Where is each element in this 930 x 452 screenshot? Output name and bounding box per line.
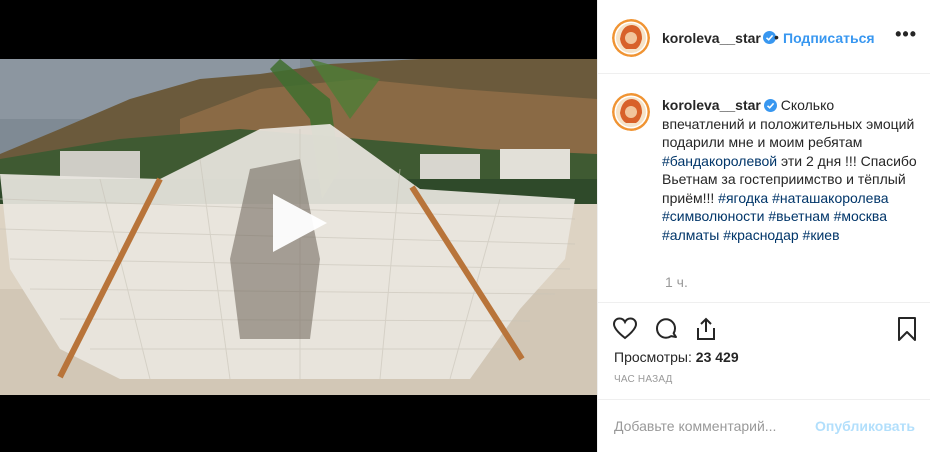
caption-username[interactable]: koroleva__star bbox=[662, 97, 761, 113]
post-header: koroleva__star • Подписаться ••• bbox=[598, 0, 930, 74]
publish-button[interactable]: Опубликовать bbox=[815, 418, 915, 434]
post-actions: Просмотры: 23 429 ЧАС НАЗАД bbox=[598, 302, 930, 414]
avatar[interactable] bbox=[612, 19, 650, 57]
comment-form: Добавьте комментарий... Опубликовать bbox=[598, 399, 930, 452]
share-icon[interactable] bbox=[693, 316, 719, 342]
hashtag-link[interactable]: #ягодка bbox=[718, 190, 768, 206]
comment-input[interactable]: Добавьте комментарий... bbox=[614, 418, 776, 434]
hashtag-link[interactable]: #вьетнам bbox=[768, 208, 829, 224]
play-icon[interactable] bbox=[265, 190, 331, 256]
bookmark-icon[interactable] bbox=[894, 316, 920, 342]
separator-dot: • bbox=[774, 29, 779, 45]
hashtag-link[interactable]: #краснодар bbox=[723, 227, 798, 243]
heart-icon[interactable] bbox=[612, 316, 638, 342]
verified-badge-icon bbox=[763, 98, 777, 112]
more-icon[interactable]: ••• bbox=[895, 24, 917, 45]
caption-timestamp[interactable]: 1 ч. bbox=[665, 274, 688, 290]
hashtag-link[interactable]: #наташакоролева bbox=[772, 190, 888, 206]
hashtag-link[interactable]: #бандакоролевой bbox=[662, 153, 777, 169]
post-side-panel: koroleva__star • Подписаться ••• korolev… bbox=[597, 0, 930, 452]
hashtag-link[interactable]: #киев bbox=[803, 227, 840, 243]
post-time[interactable]: ЧАС НАЗАД bbox=[614, 374, 673, 385]
video-player[interactable] bbox=[0, 0, 597, 452]
comment-icon[interactable] bbox=[653, 316, 679, 342]
avatar[interactable] bbox=[612, 93, 650, 131]
hashtag-link[interactable]: #москва bbox=[834, 208, 887, 224]
views-count: 23 429 bbox=[695, 349, 739, 365]
username[interactable]: koroleva__star bbox=[662, 30, 761, 46]
post-caption: koroleva__star Сколько впечатлений и пол… bbox=[662, 96, 917, 244]
hashtag-link[interactable]: #алматы bbox=[662, 227, 719, 243]
hashtag-link[interactable]: #символюности bbox=[662, 208, 764, 224]
views-counter[interactable]: Просмотры: 23 429 bbox=[614, 349, 739, 365]
views-label: Просмотры: bbox=[614, 349, 692, 365]
follow-button[interactable]: Подписаться bbox=[783, 30, 875, 46]
